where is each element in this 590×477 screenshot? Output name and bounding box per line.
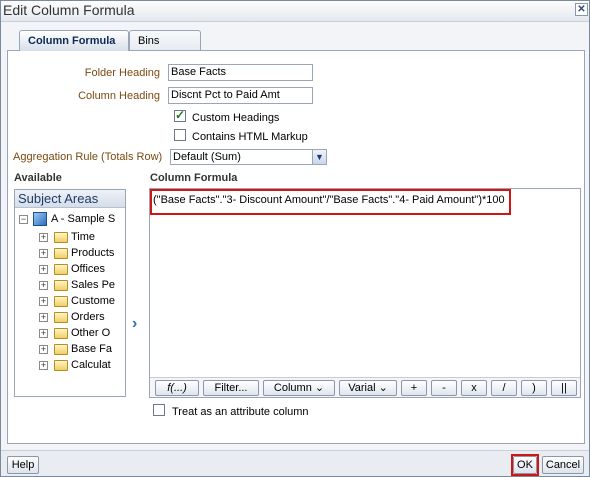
column-heading-label: Column Heading: [78, 90, 160, 102]
tree-folder-offices[interactable]: + Offices: [15, 262, 125, 278]
tree-root[interactable]: − A - Sample S: [15, 212, 125, 228]
folder-icon: [54, 360, 68, 371]
tree-folder-label: Sales Pe: [71, 279, 116, 291]
expand-icon[interactable]: +: [39, 265, 48, 274]
aggregation-rule-value: Default (Sum): [173, 151, 241, 163]
contains-html-label: Contains HTML Markup: [192, 131, 308, 143]
tab-bins[interactable]: Bins: [129, 30, 201, 51]
dialog-title: Edit Column Formula: [3, 2, 135, 18]
tree-folder-label: Other O: [71, 327, 111, 339]
contains-html-checkbox[interactable]: [174, 129, 186, 141]
chevron-down-icon: ▼: [312, 150, 326, 164]
tree-folder-label: Products: [71, 247, 115, 259]
tree-folder-label: Custome: [71, 295, 116, 307]
title-bar: Edit Column Formula ✕: [1, 1, 589, 22]
tree-folder-base-facts[interactable]: + Base Fa: [15, 342, 125, 358]
expand-icon[interactable]: +: [39, 345, 48, 354]
minus-button[interactable]: -: [431, 380, 457, 396]
tree-folder-label: Time: [71, 231, 96, 243]
tree-root-label: A - Sample S: [51, 213, 116, 225]
filter-button[interactable]: Filter...: [203, 380, 259, 396]
concat-button[interactable]: ||: [551, 380, 577, 396]
folder-icon: [54, 344, 68, 355]
custom-headings-label: Custom Headings: [192, 112, 280, 124]
folder-heading-label: Folder Heading: [84, 67, 160, 79]
tab-column-formula[interactable]: Column Formula: [19, 30, 129, 51]
formula-editor[interactable]: ("Base Facts"."3- Discount Amount"/"Base…: [149, 188, 581, 398]
tree-folder-other[interactable]: + Other O: [15, 326, 125, 342]
expand-icon[interactable]: +: [39, 297, 48, 306]
tree-folder-label: Base Fa: [71, 343, 112, 355]
expand-icon[interactable]: +: [39, 233, 48, 242]
aggregation-rule-select[interactable]: Default (Sum) ▼: [170, 149, 327, 165]
function-button[interactable]: f(...): [155, 380, 199, 396]
expand-icon[interactable]: +: [39, 313, 48, 322]
formula-toolbar: f(...) Filter... Column ⌄ Varial ⌄ + - x…: [150, 377, 580, 397]
ok-button[interactable]: OK: [513, 456, 537, 474]
expand-icon[interactable]: +: [39, 281, 48, 290]
column-formula-title: Column Formula: [150, 172, 238, 184]
tree-folder-label: Orders: [71, 311, 105, 323]
attribute-column-label: Treat as an attribute column: [172, 406, 309, 418]
help-button[interactable]: Help: [7, 456, 39, 474]
multiply-button[interactable]: x: [461, 380, 487, 396]
column-dropdown-button[interactable]: Column ⌄: [263, 380, 335, 396]
tree-folder-orders[interactable]: + Orders: [15, 310, 125, 326]
close-paren-button[interactable]: ): [521, 380, 547, 396]
close-icon[interactable]: ✕: [575, 3, 588, 16]
tree-folder-time[interactable]: + Time: [15, 230, 125, 246]
tree-folder-calculated[interactable]: + Calculat: [15, 358, 125, 374]
plus-button[interactable]: +: [401, 380, 427, 396]
folder-icon: [54, 248, 68, 259]
folder-heading-field[interactable]: Base Facts: [168, 64, 313, 81]
tree-folder-customer[interactable]: + Custome: [15, 294, 125, 310]
tree-folder-label: Offices: [71, 263, 106, 275]
move-right-icon[interactable]: ›: [132, 315, 137, 333]
aggregation-rule-label: Aggregation Rule (Totals Row): [13, 151, 163, 163]
expand-icon[interactable]: +: [39, 329, 48, 338]
folder-icon: [54, 312, 68, 323]
button-bar: Help OK Cancel: [1, 450, 589, 476]
attribute-column-checkbox[interactable]: [153, 404, 165, 416]
checkmark-icon: ✓: [175, 108, 186, 122]
tree-folder-sales-person[interactable]: + Sales Pe: [15, 278, 125, 294]
expand-icon[interactable]: +: [39, 249, 48, 258]
variable-dropdown-button[interactable]: Varial ⌄: [339, 380, 397, 396]
divide-button[interactable]: /: [491, 380, 517, 396]
subject-areas-panel: Subject Areas − A - Sample S + Time + Pr…: [14, 189, 126, 397]
tab-panel: Folder Heading Base Facts Column Heading…: [7, 50, 585, 444]
formula-text[interactable]: ("Base Facts"."3- Discount Amount"/"Base…: [153, 194, 505, 206]
available-title: Available: [14, 172, 62, 184]
custom-headings-checkbox[interactable]: ✓: [174, 108, 186, 122]
expand-icon[interactable]: +: [39, 361, 48, 370]
folder-icon: [54, 328, 68, 339]
subject-area-icon: [33, 212, 47, 226]
cancel-button[interactable]: Cancel: [542, 456, 584, 474]
folder-icon: [54, 264, 68, 275]
column-heading-field[interactable]: Discnt Pct to Paid Amt: [168, 87, 313, 104]
subject-areas-header: Subject Areas: [15, 190, 125, 208]
tree-folder-label: Calculat: [71, 359, 111, 371]
folder-icon: [54, 296, 68, 307]
tree-folder-products[interactable]: + Products: [15, 246, 125, 262]
collapse-icon[interactable]: −: [19, 215, 28, 224]
folder-icon: [54, 232, 68, 243]
edit-column-formula-dialog: Edit Column Formula ✕ Column Formula Bin…: [0, 0, 590, 477]
folder-icon: [54, 280, 68, 291]
